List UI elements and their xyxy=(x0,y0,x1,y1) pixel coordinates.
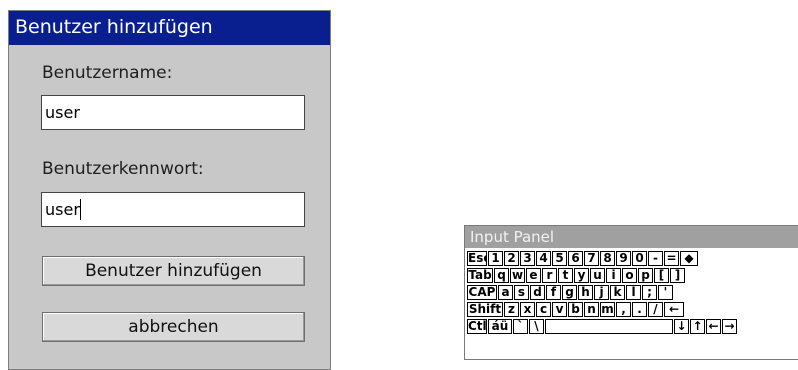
key-d[interactable]: d xyxy=(530,285,545,300)
key-f[interactable]: f xyxy=(546,285,561,300)
password-label: Benutzerkennwort: xyxy=(42,159,204,179)
keyboard-row-2: Tab q w e r t y u i o p [ ] xyxy=(467,268,686,285)
key-t[interactable]: t xyxy=(558,268,573,283)
username-value: user xyxy=(45,103,80,122)
key-6[interactable]: 6 xyxy=(568,251,583,266)
key-7[interactable]: 7 xyxy=(584,251,599,266)
key-caps[interactable]: CAP xyxy=(467,285,497,300)
keyboard-row-3: CAP a s d f g h j k l ; ' xyxy=(467,285,674,302)
key-ctl[interactable]: Ctl xyxy=(467,319,487,334)
key-shift[interactable]: Shift xyxy=(467,302,503,317)
key-semicolon[interactable]: ; xyxy=(642,285,657,300)
key-a[interactable]: a xyxy=(498,285,513,300)
key-m[interactable]: m xyxy=(600,302,615,317)
key-equals[interactable]: = xyxy=(664,251,679,266)
space-bar[interactable] xyxy=(545,319,673,334)
username-label: Benutzername: xyxy=(42,63,173,83)
key-v[interactable]: v xyxy=(552,302,567,317)
enter-key-icon[interactable]: ← xyxy=(664,302,684,317)
key-e[interactable]: e xyxy=(526,268,541,283)
arrow-down-key-icon[interactable]: ↓ xyxy=(674,319,689,334)
key-period[interactable]: . xyxy=(632,302,647,317)
arrow-up-key-icon[interactable]: ↑ xyxy=(690,319,705,334)
key-quote[interactable]: ' xyxy=(658,285,673,300)
key-i[interactable]: i xyxy=(606,268,621,283)
key-minus[interactable]: - xyxy=(648,251,663,266)
key-backtick[interactable]: ` xyxy=(513,319,528,334)
key-9[interactable]: 9 xyxy=(616,251,631,266)
key-n[interactable]: n xyxy=(584,302,599,317)
password-field[interactable]: user xyxy=(41,192,305,227)
key-r[interactable]: r xyxy=(542,268,557,283)
key-b[interactable]: b xyxy=(568,302,583,317)
username-field[interactable]: user xyxy=(41,95,305,130)
add-user-button[interactable]: Benutzer hinzufügen xyxy=(42,256,305,286)
arrow-right-key-icon[interactable]: → xyxy=(722,319,737,334)
key-tab[interactable]: Tab xyxy=(467,268,493,283)
key-c[interactable]: c xyxy=(536,302,551,317)
key-bracket-right[interactable]: ] xyxy=(670,268,685,283)
key-j[interactable]: j xyxy=(594,285,609,300)
key-backslash[interactable]: \ xyxy=(529,319,544,334)
keyboard-row-1: Esc 1 2 3 4 5 6 7 8 9 0 - = ◆ xyxy=(467,251,699,268)
text-caret xyxy=(80,199,81,220)
key-comma[interactable]: , xyxy=(616,302,631,317)
key-y[interactable]: y xyxy=(574,268,589,283)
key-x[interactable]: x xyxy=(520,302,535,317)
key-l[interactable]: l xyxy=(626,285,641,300)
key-8[interactable]: 8 xyxy=(600,251,615,266)
key-bracket-left[interactable]: [ xyxy=(654,268,669,283)
arrow-left-key-icon[interactable]: ← xyxy=(706,319,721,334)
key-p[interactable]: p xyxy=(638,268,653,283)
cancel-button[interactable]: abbrechen xyxy=(42,312,305,342)
key-0[interactable]: 0 xyxy=(632,251,647,266)
key-u[interactable]: u xyxy=(590,268,605,283)
dialog-title: Benutzer hinzufügen xyxy=(15,16,213,38)
key-w[interactable]: w xyxy=(510,268,525,283)
backspace-key-icon[interactable]: ◆ xyxy=(680,251,698,266)
add-user-dialog: Benutzer hinzufügen Benutzername: user B… xyxy=(8,10,331,370)
key-2[interactable]: 2 xyxy=(504,251,519,266)
key-g[interactable]: g xyxy=(562,285,577,300)
input-panel-title: Input Panel xyxy=(470,228,555,246)
key-z[interactable]: z xyxy=(504,302,519,317)
input-panel-titlebar: Input Panel xyxy=(465,226,798,248)
key-h[interactable]: h xyxy=(578,285,593,300)
key-1[interactable]: 1 xyxy=(488,251,503,266)
key-o[interactable]: o xyxy=(622,268,637,283)
key-k[interactable]: k xyxy=(610,285,625,300)
key-4[interactable]: 4 xyxy=(536,251,551,266)
dialog-titlebar: Benutzer hinzufügen xyxy=(9,11,330,45)
input-panel: Input Panel Esc 1 2 3 4 5 6 7 8 9 0 - = … xyxy=(464,225,798,360)
keyboard-row-5: Ctl áü ` \ ↓ ↑ ← → xyxy=(467,319,738,336)
key-slash[interactable]: / xyxy=(648,302,663,317)
key-q[interactable]: q xyxy=(494,268,509,283)
key-5[interactable]: 5 xyxy=(552,251,567,266)
keyboard-row-4: Shift z x c v b n m , . / ← xyxy=(467,302,685,319)
password-value: user xyxy=(45,200,80,219)
key-3[interactable]: 3 xyxy=(520,251,535,266)
key-s[interactable]: s xyxy=(514,285,529,300)
key-esc[interactable]: Esc xyxy=(467,251,487,266)
key-international[interactable]: áü xyxy=(488,319,512,334)
